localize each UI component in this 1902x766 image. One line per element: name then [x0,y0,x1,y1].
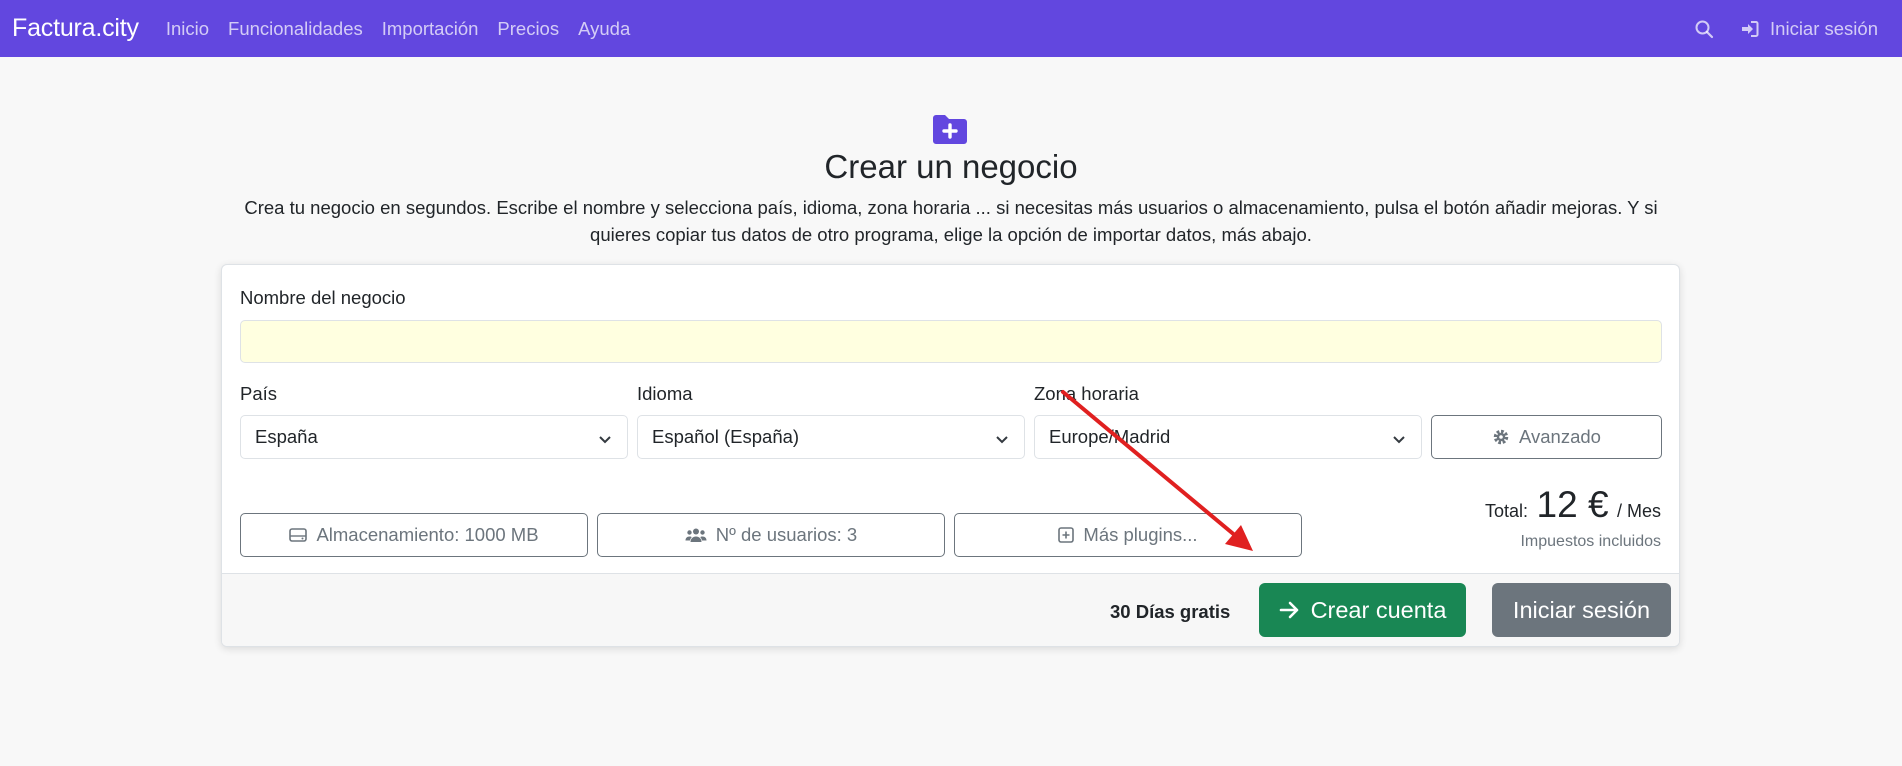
users-icon [685,528,707,542]
nav-login-label: Iniciar sesión [1770,17,1878,39]
card-footer: 30 Días gratis Crear cuenta Iniciar sesi… [222,573,1679,646]
top-navbar: Factura.city Inicio Funcionalidades Impo… [0,0,1902,57]
users-button[interactable]: Nº de usuarios: 3 [597,513,945,557]
language-value: Español (España) [652,426,800,447]
language-select[interactable]: Español (España) [637,415,1025,459]
create-account-label: Crear cuenta [1310,596,1447,623]
nav-link-inicio[interactable]: Inicio [166,18,209,40]
login-button[interactable]: Iniciar sesión [1492,583,1671,637]
gear-icon [1493,429,1509,445]
timezone-value: Europe/Madrid [1049,426,1171,447]
hdd-icon [289,528,308,542]
timezone-select[interactable]: Europe/Madrid [1034,415,1422,459]
nav-login-link[interactable]: Iniciar sesión [1740,18,1878,40]
plugins-button[interactable]: Más plugins... [954,513,1302,557]
country-value: España [255,426,318,447]
nav-link-ayuda[interactable]: Ayuda [578,18,630,40]
language-label: Idioma [637,383,693,404]
page-title: Crear un negocio [824,148,1078,185]
arrow-right-icon [1279,601,1298,619]
total-label: Total: [1485,501,1529,521]
chevron-down-icon [597,430,613,446]
chevron-down-icon [994,430,1010,446]
storage-button[interactable]: Almacenamiento: 1000 MB [240,513,588,557]
nav-link-precios[interactable]: Precios [497,18,559,40]
sign-in-icon [1740,19,1760,39]
country-select[interactable]: España [240,415,628,459]
business-name-label: Nombre del negocio [240,287,406,308]
total-amount: 12 € [1536,484,1609,525]
nav-link-funcionalidades[interactable]: Funcionalidades [228,18,363,40]
plus-square-icon [1058,527,1075,543]
login-button-label: Iniciar sesión [1512,596,1651,623]
plugins-button-label: Más plugins... [1083,524,1198,545]
advanced-button[interactable]: Avanzado [1431,415,1662,459]
brand-logo[interactable]: Factura.city [12,14,139,43]
search-icon[interactable] [1694,19,1714,39]
nav-link-importacion[interactable]: Importación [382,18,479,40]
country-label: País [240,383,278,404]
page-description: Crea tu negocio en segundos. Escribe el … [244,197,1658,245]
advanced-button-label: Avanzado [1519,426,1601,447]
storage-button-label: Almacenamiento: 1000 MB [316,524,539,545]
price-total: Total: 12 € / Mes [1485,484,1661,526]
business-name-input[interactable] [240,320,1662,363]
users-button-label: Nº de usuarios: 3 [715,524,858,545]
trial-text: 30 Días gratis [1110,601,1231,622]
timezone-label: Zona horaria [1034,383,1139,404]
folder-plus-icon [931,112,969,146]
taxes-note: Impuestos incluidos [1520,533,1661,550]
create-account-button[interactable]: Crear cuenta [1259,583,1466,637]
navbar-right: Iniciar sesión [1694,18,1890,40]
create-business-card: Nombre del negocio País España Idioma Es… [221,264,1680,647]
chevron-down-icon [1391,430,1407,446]
total-period: / Mes [1616,501,1661,521]
